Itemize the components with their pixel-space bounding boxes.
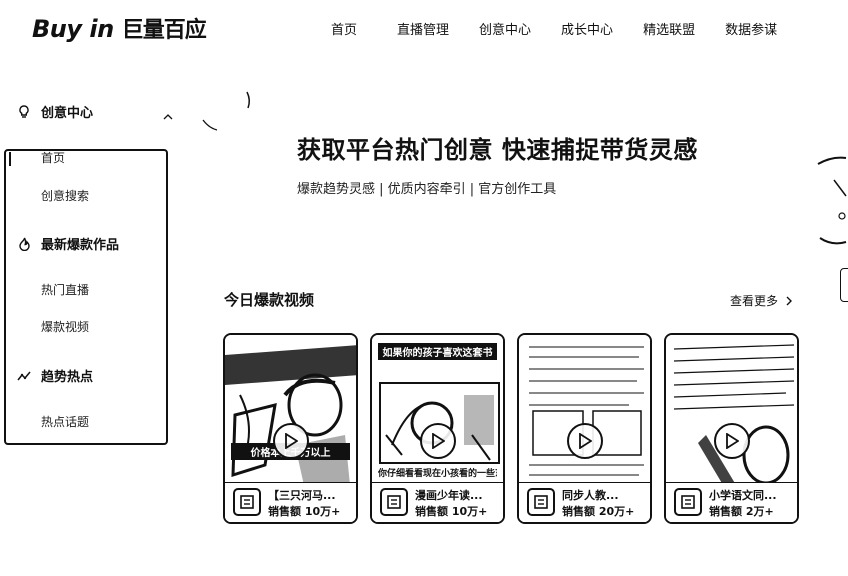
sidebar-group-creative-center[interactable]: 创意中心 [16, 102, 93, 121]
side-floating-button[interactable] [840, 268, 848, 302]
video-card-title: 【三只河马... [268, 489, 336, 502]
view-more-link[interactable]: 查看更多 [730, 292, 793, 309]
video-card-title: 同步人教... [562, 489, 619, 502]
trend-icon [16, 368, 32, 384]
view-more-label: 查看更多 [730, 294, 779, 308]
sidebar-item-hot-videos[interactable]: 爆款视频 [41, 318, 89, 335]
sidebar-item-hot-live[interactable]: 热门直播 [41, 281, 89, 298]
section-title: 今日爆款视频 [224, 291, 315, 309]
video-caption: 你仔细看看现在小孩看的一些东西 [378, 469, 497, 479]
video-card-info: 漫画少年读... 销售额 10万+ [372, 482, 503, 522]
video-card[interactable]: 同步人教... 销售额 20万+ [517, 333, 652, 524]
video-overlay-text: 如果你的孩子喜欢这套书 [378, 343, 497, 360]
decorative-lines [202, 91, 251, 131]
sidebar-group-label: 最新爆款作品 [41, 238, 120, 253]
top-header: Buy in 巨量百应 首页 直播管理 创意中心 成长中心 精选联盟 数据参谋 [0, 0, 848, 58]
hero-title: 获取平台热门创意 快速捕捉带货灵感 [297, 136, 698, 164]
logo-text-en: Buy in [32, 15, 114, 43]
nav-growth-center[interactable]: 成长中心 [561, 19, 613, 38]
sidebar-item-home[interactable]: 首页 [41, 149, 65, 166]
sidebar-item-hot-topics[interactable]: 热点话题 [41, 413, 89, 430]
video-card-sales: 销售额 20万+ [562, 505, 635, 518]
video-card-sales: 销售额 2万+ [709, 505, 774, 518]
logo-text-cn: 巨量百应 [121, 18, 207, 43]
video-card-sales: 销售额 10万+ [268, 505, 341, 518]
video-card-info: 【三只河马... 销售额 10万+ [225, 482, 356, 522]
lightbulb-icon [16, 104, 32, 120]
sidebar-group-trending[interactable]: 趋势热点 [16, 366, 93, 385]
nav-data-advisor[interactable]: 数据参谋 [725, 19, 777, 38]
chevron-right-icon [786, 296, 793, 306]
flame-icon [16, 236, 32, 252]
play-icon[interactable] [419, 423, 456, 459]
nav-home[interactable]: 首页 [331, 19, 357, 38]
logo[interactable]: Buy in 巨量百应 [32, 12, 207, 44]
play-icon[interactable] [272, 423, 309, 459]
nav-creative-center[interactable]: 创意中心 [479, 19, 531, 38]
video-card-sales: 销售额 10万+ [415, 505, 488, 518]
active-indicator [9, 152, 11, 166]
video-card[interactable]: 小学语文同... 销售额 2万+ [664, 333, 799, 524]
play-icon[interactable] [566, 423, 603, 459]
video-card-title: 漫画少年读... [415, 489, 483, 502]
video-card[interactable]: 如果你的孩子喜欢这套书 你仔细看看现在小孩看的一些东西 漫画少年读... 销售额… [370, 333, 505, 524]
video-card-info: 小学语文同... 销售额 2万+ [666, 482, 797, 522]
hero-subtitle: 爆款趋势灵感 | 优质内容牵引 | 官方创作工具 [297, 182, 557, 197]
sidebar-group-label: 趋势热点 [41, 370, 94, 385]
sidebar-group-hot-works[interactable]: 最新爆款作品 [16, 234, 119, 253]
video-card-title: 小学语文同... [709, 489, 777, 502]
nav-selected-alliance[interactable]: 精选联盟 [643, 19, 695, 38]
video-card-info: 同步人教... 销售额 20万+ [519, 482, 650, 522]
sidebar-group-label: 创意中心 [41, 106, 94, 121]
sidebar-item-creative-search[interactable]: 创意搜索 [41, 187, 89, 204]
book-icon [380, 488, 408, 516]
nav-live-management[interactable]: 直播管理 [397, 19, 449, 38]
book-icon [527, 488, 555, 516]
chevron-up-icon[interactable] [163, 105, 173, 124]
top-nav: 首页 直播管理 创意中心 成长中心 精选联盟 数据参谋 [331, 19, 807, 38]
book-icon [233, 488, 261, 516]
play-icon[interactable] [713, 423, 750, 459]
video-card[interactable]: 价格本上千万以上 【三只河马... 销售额 10万+ [223, 333, 358, 524]
decorative-shapes [817, 156, 847, 245]
book-icon [674, 488, 702, 516]
